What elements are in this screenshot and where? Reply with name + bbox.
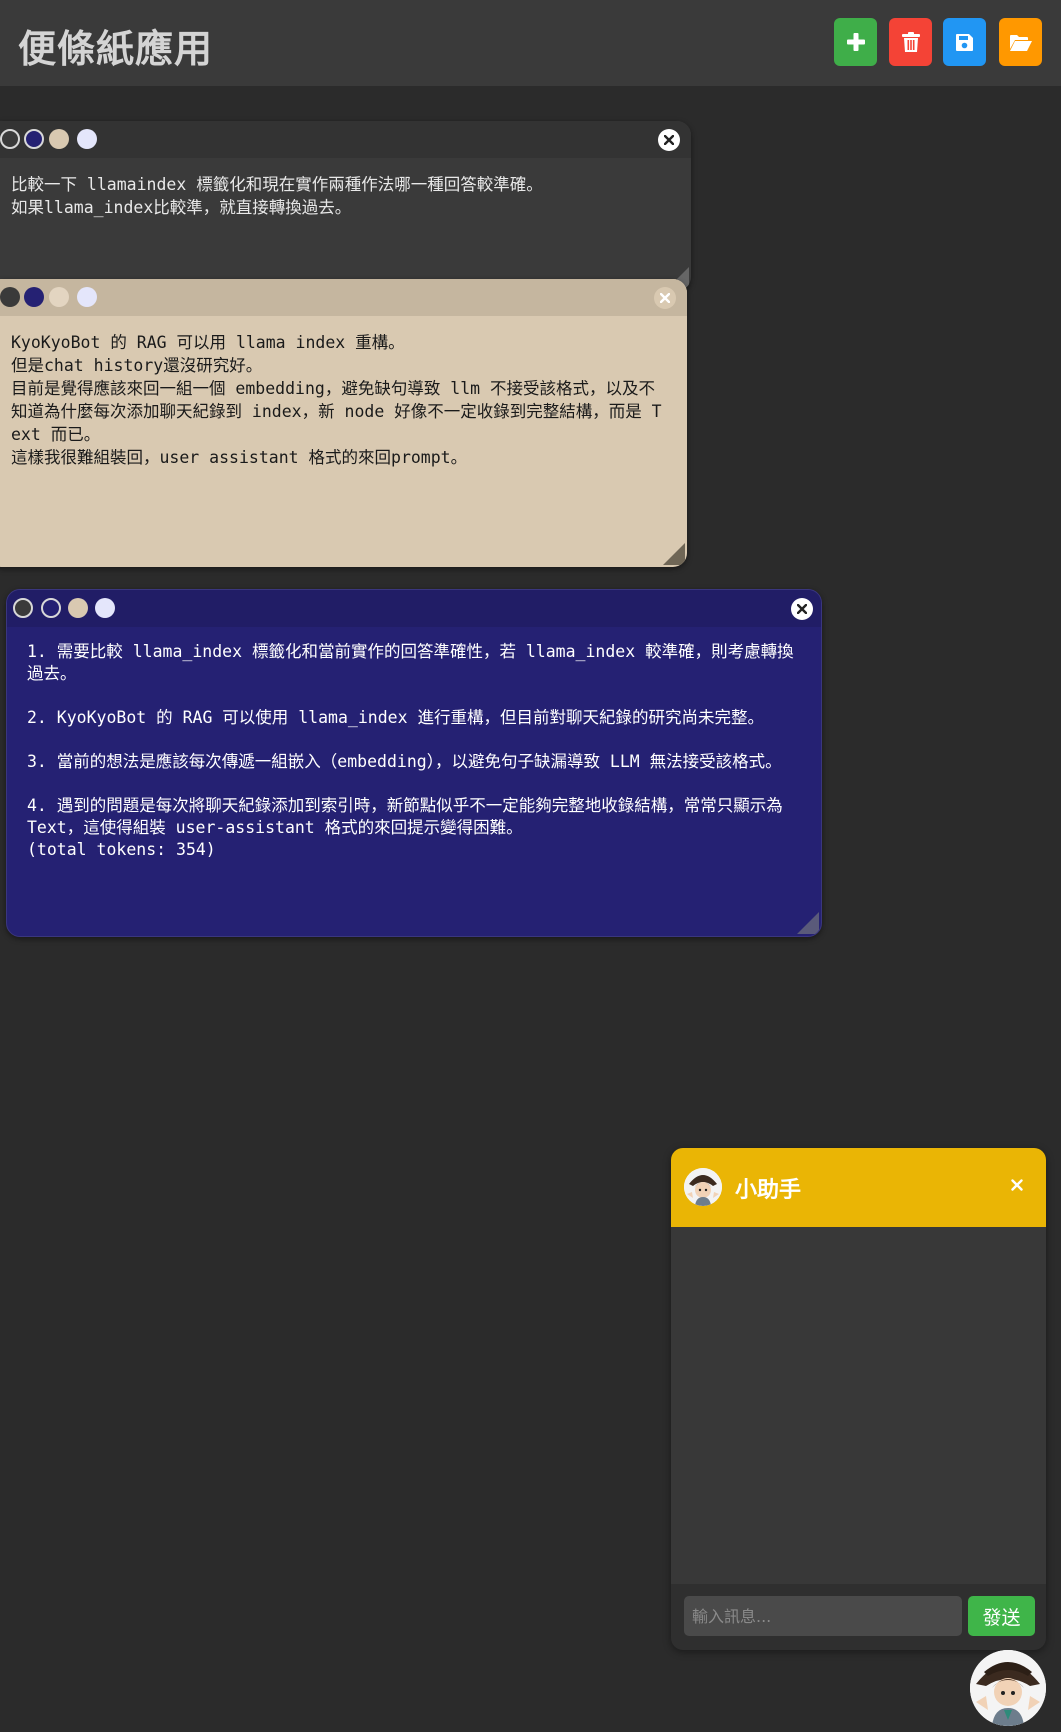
close-icon [797, 604, 807, 614]
note-text[interactable]: 1. 需要比較 llama_index 標籤化和當前實作的回答準確性，若 lla… [27, 641, 801, 861]
chat-message-input[interactable] [684, 1596, 962, 1636]
sticky-note[interactable]: 1. 需要比較 llama_index 標籤化和當前實作的回答準確性，若 lla… [6, 589, 822, 937]
chat-title: 小助手 [735, 1178, 802, 1203]
folder-open-icon [1009, 34, 1032, 51]
delete-notes-button[interactable] [889, 18, 932, 66]
color-option-dark[interactable] [13, 598, 33, 618]
note-toolbar [7, 590, 821, 627]
note-close-button[interactable] [791, 598, 813, 620]
color-option-dark[interactable] [0, 287, 20, 307]
app-header: 便條紙應用 [0, 0, 1061, 86]
color-option-lavender[interactable] [95, 598, 115, 618]
close-icon [1011, 1179, 1023, 1191]
assistant-launcher-avatar[interactable] [970, 1650, 1046, 1726]
color-option-navy[interactable] [41, 598, 61, 618]
note-toolbar [0, 279, 687, 316]
open-notes-button[interactable] [999, 18, 1042, 66]
chat-messages-area[interactable] [671, 1227, 1046, 1584]
note-toolbar [0, 121, 691, 158]
floppy-disk-icon [956, 33, 973, 51]
note-close-button[interactable] [654, 287, 676, 309]
note-text[interactable]: 比較一下 llamaindex 標籤化和現在實作兩種作法哪一種回答較準確。 如果… [11, 173, 675, 219]
chat-send-button[interactable]: 發送 [968, 1596, 1035, 1636]
chat-panel: 小助手 發送 [671, 1148, 1046, 1650]
color-option-lavender[interactable] [77, 287, 97, 307]
close-icon [660, 293, 670, 303]
resize-handle[interactable] [663, 543, 685, 565]
add-note-button[interactable] [834, 18, 877, 66]
close-icon [664, 135, 674, 145]
chat-header: 小助手 [671, 1148, 1046, 1227]
note-close-button[interactable] [658, 129, 680, 151]
color-option-beige[interactable] [49, 129, 69, 149]
color-option-navy[interactable] [24, 129, 44, 149]
color-option-lavender[interactable] [77, 129, 97, 149]
color-option-dark[interactable] [0, 129, 20, 149]
trash-icon [901, 31, 920, 52]
assistant-avatar [684, 1168, 722, 1206]
save-notes-button[interactable] [943, 18, 986, 66]
plus-icon [846, 33, 865, 51]
color-option-navy[interactable] [24, 287, 44, 307]
color-option-beige[interactable] [68, 598, 88, 618]
sticky-note[interactable]: 比較一下 llamaindex 標籤化和現在實作兩種作法哪一種回答較準確。 如果… [0, 121, 691, 291]
note-text[interactable]: KyoKyoBot 的 RAG 可以用 llama index 重構。 但是ch… [11, 331, 663, 469]
sticky-note[interactable]: KyoKyoBot 的 RAG 可以用 llama index 重構。 但是ch… [0, 279, 687, 567]
chat-close-button[interactable] [1006, 1174, 1028, 1196]
app-title: 便條紙應用 [18, 27, 214, 71]
resize-handle[interactable] [797, 912, 819, 934]
color-option-beige[interactable] [49, 287, 69, 307]
